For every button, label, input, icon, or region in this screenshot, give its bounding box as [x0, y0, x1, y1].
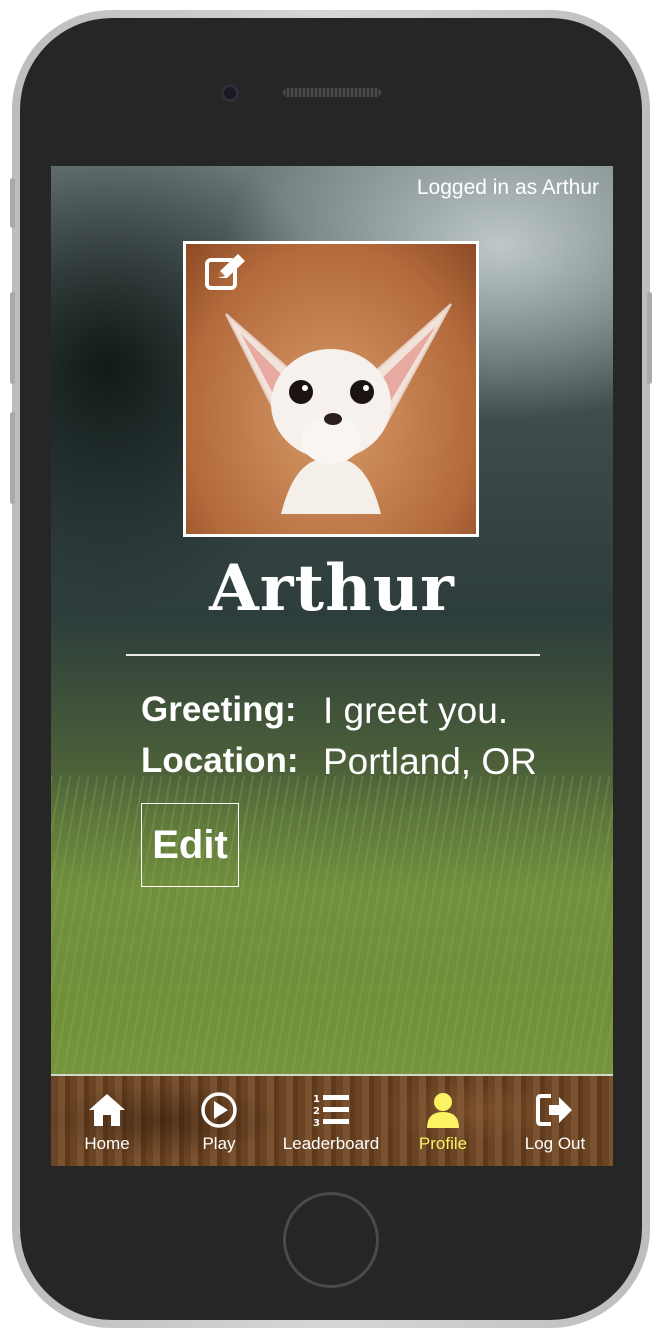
location-value: Portland, OR: [323, 741, 537, 782]
nav-item-play[interactable]: Play: [163, 1076, 275, 1164]
svg-text:3: 3: [313, 1118, 320, 1129]
edit-profile-button[interactable]: Edit: [141, 803, 239, 887]
background-grass: [51, 776, 613, 1076]
front-camera: [221, 84, 239, 102]
greeting-label: Greeting:: [141, 690, 297, 729]
nav-label-leaderboard: Leaderboard: [282, 1134, 380, 1153]
nav-item-home[interactable]: Home: [51, 1076, 163, 1164]
silent-switch: [10, 178, 15, 228]
greeting-value: I greet you.: [323, 690, 509, 731]
profile-icon: [427, 1093, 459, 1128]
home-icon: [89, 1094, 125, 1126]
volume-up-button: [10, 292, 15, 384]
location-label: Location:: [141, 741, 299, 780]
nav-label-logout: Log Out: [524, 1134, 586, 1153]
login-status: Logged in as Arthur: [416, 176, 599, 199]
nav-item-profile[interactable]: Profile: [387, 1076, 499, 1164]
app-screen: Logged in as Arthur Arthur Greeting: I g…: [51, 166, 613, 1166]
earpiece-speaker: [283, 88, 381, 97]
play-icon: [201, 1092, 237, 1128]
svg-text:2: 2: [313, 1106, 320, 1117]
home-button[interactable]: [283, 1192, 379, 1288]
profile-name: Arthur: [209, 551, 455, 626]
nav-item-logout[interactable]: Log Out: [499, 1076, 611, 1164]
volume-down-button: [10, 412, 15, 504]
svg-text:1: 1: [313, 1094, 320, 1105]
logout-icon: [536, 1094, 572, 1126]
profile-avatar: [183, 241, 479, 537]
nav-label-play: Play: [202, 1134, 236, 1153]
power-button: [647, 292, 652, 384]
nav-label-home: Home: [84, 1134, 130, 1153]
leaderboard-icon: 1 2 3: [313, 1094, 349, 1129]
bottom-nav: Home Play 1 2 3 Leaderboard Profile Log …: [51, 1074, 613, 1166]
edit-avatar-icon[interactable]: [204, 252, 248, 292]
nav-label-profile: Profile: [418, 1134, 468, 1153]
profile-divider: [126, 654, 540, 656]
nav-item-leaderboard[interactable]: 1 2 3 Leaderboard: [275, 1076, 387, 1164]
